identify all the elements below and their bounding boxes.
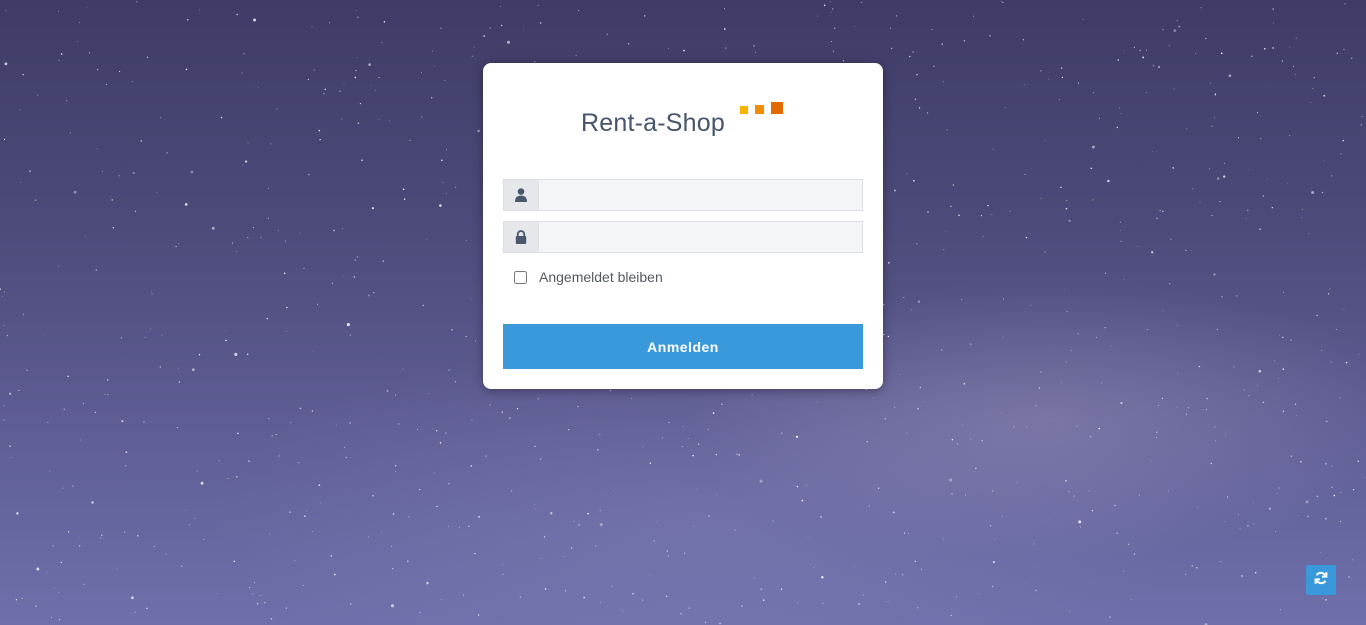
logo-text: Rent-a-Shop — [581, 109, 725, 137]
logo-square-large — [771, 102, 783, 114]
lock-icon — [504, 222, 539, 252]
user-icon — [504, 180, 539, 210]
refresh-button[interactable] — [1306, 565, 1336, 595]
login-button[interactable]: Anmelden — [503, 324, 863, 369]
refresh-icon — [1314, 571, 1328, 590]
login-card: Rent-a-Shop Angemeldet bleiben Anmelden — [483, 63, 883, 389]
logo-square-small — [740, 106, 748, 114]
password-field-group — [503, 221, 863, 253]
logo-square-medium — [755, 105, 764, 114]
rent-a-shop-logo: Rent-a-Shop — [579, 101, 789, 141]
username-input[interactable] — [539, 180, 862, 210]
username-field-group — [503, 179, 863, 211]
password-input[interactable] — [539, 222, 862, 252]
remember-me-label[interactable]: Angemeldet bleiben — [539, 269, 663, 285]
remember-me-checkbox[interactable] — [514, 270, 527, 284]
remember-me-row: Angemeldet bleiben — [514, 269, 663, 285]
